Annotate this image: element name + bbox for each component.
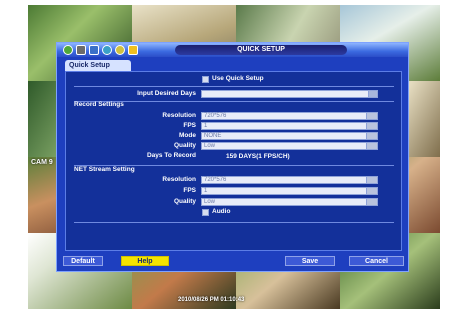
timestamp: 2010/08/26 PM 01:10:43	[178, 297, 245, 303]
net-fps-select[interactable]: 1	[201, 187, 378, 195]
record-fps-select[interactable]: 1	[201, 122, 378, 130]
record-quality-value: Low	[204, 143, 216, 149]
net-quality-select[interactable]: Low	[201, 198, 378, 206]
record-icon[interactable]	[63, 45, 73, 55]
use-quick-setup-label: Use Quick Setup	[212, 75, 264, 82]
help-button[interactable]: Help	[121, 256, 169, 266]
chevron-down-icon[interactable]	[366, 143, 377, 149]
chevron-down-icon[interactable]	[366, 177, 377, 183]
net-resolution-select[interactable]: 720*576	[201, 176, 378, 184]
net-stream-heading: NET Stream Setting	[74, 166, 135, 173]
record-resolution-label: Resolution	[162, 112, 196, 119]
default-button[interactable]: Default	[63, 256, 103, 266]
calendar-icon[interactable]	[89, 45, 99, 55]
title-bar: QUICK SETUP	[57, 43, 408, 57]
chevron-down-icon[interactable]	[366, 188, 377, 194]
desired-days-input[interactable]	[201, 90, 378, 98]
cancel-button[interactable]: Cancel	[349, 256, 404, 266]
confirm-icon[interactable]	[368, 91, 377, 97]
record-quality-select[interactable]: Low	[201, 142, 378, 150]
record-resolution-value: 720*576	[204, 113, 227, 119]
network-icon[interactable]	[102, 45, 112, 55]
audio-checkbox[interactable]	[202, 209, 209, 216]
tools-icon[interactable]	[115, 45, 125, 55]
divider	[74, 222, 394, 223]
record-mode-select[interactable]: NONE	[201, 132, 378, 140]
chevron-down-icon[interactable]	[366, 133, 377, 139]
record-quality-label: Quality	[173, 142, 196, 149]
record-fps-value: 1	[204, 123, 208, 129]
net-quality-value: Low	[204, 199, 216, 205]
display-icon[interactable]	[76, 45, 86, 55]
window-title: QUICK SETUP	[175, 45, 347, 55]
net-fps-label: FPS	[183, 187, 196, 194]
record-settings-heading: Record Settings	[74, 101, 124, 108]
use-quick-setup-checkbox[interactable]	[202, 76, 209, 83]
chevron-down-icon[interactable]	[366, 199, 377, 205]
net-quality-label: Quality	[173, 198, 196, 205]
audio-label: Audio	[212, 208, 231, 215]
quick-setup-icon[interactable]	[128, 45, 138, 55]
chevron-down-icon[interactable]	[366, 113, 377, 119]
input-desired-days-label: Input Desired Days	[137, 90, 196, 97]
save-button[interactable]: Save	[285, 256, 335, 266]
record-fps-label: FPS	[183, 122, 196, 129]
record-mode-value: NONE	[204, 133, 222, 139]
days-to-record-label: Days To Record	[146, 152, 196, 159]
record-resolution-select[interactable]: 720*576	[201, 112, 378, 120]
divider	[74, 86, 394, 87]
camera-label: CAM 9	[31, 159, 53, 166]
record-mode-label: Mode	[179, 132, 196, 139]
net-resolution-value: 720*576	[204, 177, 227, 183]
chevron-down-icon[interactable]	[366, 123, 377, 129]
settings-panel: Use Quick Setup Input Desired Days Recor…	[65, 71, 402, 251]
net-resolution-label: Resolution	[162, 176, 196, 183]
tab-quick-setup[interactable]: Quick Setup	[65, 60, 131, 71]
toolbar-icons	[63, 45, 138, 55]
net-fps-value: 1	[204, 188, 208, 194]
days-to-record-value: 159 DAYS(1 FPS/CH)	[226, 153, 290, 160]
quick-setup-window: QUICK SETUP Quick Setup Use Quick Setup …	[56, 42, 409, 272]
